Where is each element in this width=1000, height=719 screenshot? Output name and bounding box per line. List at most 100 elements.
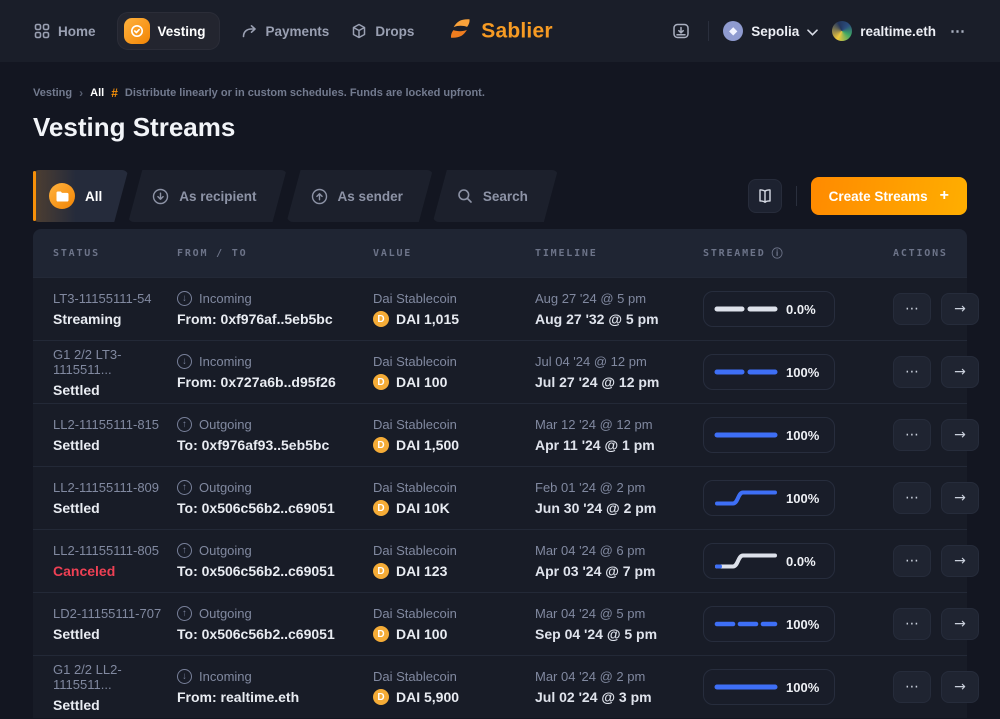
status-cell: G1 2/2 LT3-1115511... Settled <box>53 347 177 398</box>
value-cell: Dai Stablecoin D DAI 1,500 <box>373 417 535 453</box>
table-row[interactable]: LL2-11155111-809 Settled ↑ Outgoing To: … <box>33 466 967 529</box>
table-row[interactable]: LD2-11155111-707 Settled ↑ Outgoing To: … <box>33 592 967 655</box>
docs-book-icon[interactable] <box>748 179 782 213</box>
streamed-progress: 0.0% <box>703 543 835 579</box>
actions-cell: ⋯ → <box>893 356 979 388</box>
account-avatar <box>832 21 852 41</box>
network-selector[interactable]: ◆ Sepolia <box>723 21 818 41</box>
value-cell: Dai Stablecoin D DAI 1,015 <box>373 291 535 327</box>
tab-search[interactable]: Search <box>433 170 558 222</box>
nav-item-drops[interactable]: Drops <box>351 23 414 39</box>
direction-icon: ↓ <box>177 291 192 306</box>
timeline-cell: Aug 27 '24 @ 5 pm Aug 27 '32 @ 5 pm <box>535 291 703 327</box>
breadcrumb-description: Distribute linearly or in custom schedul… <box>125 87 485 99</box>
direction-label: Outgoing <box>199 480 252 495</box>
table-row[interactable]: G1 2/2 LL2-1115511... Settled ↓ Incoming… <box>33 655 967 718</box>
direction-label: Incoming <box>199 291 252 306</box>
breadcrumb-root[interactable]: Vesting <box>33 87 72 99</box>
stream-status: Settled <box>53 437 177 453</box>
table-row[interactable]: LT3-11155111-54 Streaming ↓ Incoming Fro… <box>33 277 967 340</box>
row-open-button[interactable]: → <box>941 419 979 451</box>
token-amount: DAI 123 <box>396 563 447 579</box>
row-more-button[interactable]: ⋯ <box>893 293 931 325</box>
nav-item-payments[interactable]: Payments <box>241 24 330 39</box>
start-time: Jul 04 '24 @ 12 pm <box>535 354 703 369</box>
row-more-button[interactable]: ⋯ <box>893 545 931 577</box>
counterparty: From: 0xf976af..5eb5bc <box>177 311 373 327</box>
row-open-button[interactable]: → <box>941 356 979 388</box>
streamed-progress: 100% <box>703 669 835 705</box>
actions-cell: ⋯ → <box>893 482 979 514</box>
row-open-button[interactable]: → <box>941 545 979 577</box>
tab-all[interactable]: All <box>33 170 128 222</box>
status-cell: LL2-11155111-815 Settled <box>53 417 177 453</box>
breadcrumb-current: All <box>90 87 104 99</box>
hash-icon: # <box>111 86 118 100</box>
table-body: LT3-11155111-54 Streaming ↓ Incoming Fro… <box>33 277 967 718</box>
tab-as-sender[interactable]: As sender <box>287 170 433 222</box>
account-menu[interactable]: realtime.eth <box>832 21 936 41</box>
plus-icon: + <box>940 187 949 205</box>
stream-id: LL2-11155111-815 <box>53 417 177 432</box>
stream-status: Settled <box>53 500 177 516</box>
token-name: Dai Stablecoin <box>373 543 535 558</box>
nav-item-vesting[interactable]: Vesting <box>118 13 219 49</box>
row-more-button[interactable]: ⋯ <box>893 671 931 703</box>
info-icon[interactable]: ⓘ <box>772 245 785 261</box>
streamed-cell: 0.0% <box>703 543 859 579</box>
direction-label: Outgoing <box>199 606 252 621</box>
main-content: Vesting › All # Distribute linearly or i… <box>0 86 1000 718</box>
redo-arrow-icon <box>241 24 258 39</box>
start-time: Mar 04 '24 @ 2 pm <box>535 669 703 684</box>
start-time: Mar 04 '24 @ 5 pm <box>535 606 703 621</box>
inbox-icon[interactable] <box>668 18 694 44</box>
search-icon <box>457 188 473 204</box>
row-more-button[interactable]: ⋯ <box>893 356 931 388</box>
row-open-button[interactable]: → <box>941 482 979 514</box>
table-header: STATUS FROM / TO VALUE TIMELINE STREAMED… <box>33 229 967 277</box>
row-more-button[interactable]: ⋯ <box>893 419 931 451</box>
col-from-to: FROM / TO <box>177 248 373 259</box>
from-to-cell: ↓ Incoming From: 0x727a6b..d95f26 <box>177 354 373 390</box>
direction-icon: ↓ <box>177 669 192 684</box>
streamed-progress: 100% <box>703 417 835 453</box>
stream-status: Streaming <box>53 311 177 327</box>
col-streamed: STREAMED ⓘ <box>703 245 859 261</box>
network-name: Sepolia <box>751 24 799 39</box>
arrow-up-circle-icon <box>311 188 328 205</box>
end-time: Apr 11 '24 @ 1 pm <box>535 437 703 453</box>
row-open-button[interactable]: → <box>941 608 979 640</box>
more-options-icon[interactable]: ⋯ <box>950 22 966 40</box>
row-open-button[interactable]: → <box>941 293 979 325</box>
row-more-button[interactable]: ⋯ <box>893 482 931 514</box>
end-time: Jun 30 '24 @ 2 pm <box>535 500 703 516</box>
timeline-cell: Feb 01 '24 @ 2 pm Jun 30 '24 @ 2 pm <box>535 480 703 516</box>
status-cell: LL2-11155111-809 Settled <box>53 480 177 516</box>
table-row[interactable]: LL2-11155111-805 Canceled ↑ Outgoing To:… <box>33 529 967 592</box>
from-to-cell: ↑ Outgoing To: 0x506c56b2..c69051 <box>177 606 373 642</box>
direction-icon: ↑ <box>177 606 192 621</box>
streamed-cell: 100% <box>703 354 859 390</box>
stream-status: Canceled <box>53 563 177 579</box>
tab-as-recipient[interactable]: As recipient <box>128 170 286 222</box>
token-name: Dai Stablecoin <box>373 669 535 684</box>
breadcrumb-separator-icon: › <box>79 86 83 100</box>
actions-cell: ⋯ → <box>893 545 979 577</box>
sablier-logo[interactable]: Sablier <box>447 16 552 47</box>
tab-controls: Create Streams + <box>748 177 967 215</box>
token-name: Dai Stablecoin <box>373 354 535 369</box>
stream-shape-chart <box>713 551 779 571</box>
create-streams-button[interactable]: Create Streams + <box>811 177 967 215</box>
streamed-cell: 100% <box>703 417 859 453</box>
nav-item-home[interactable]: Home <box>34 23 96 39</box>
counterparty: From: 0x727a6b..d95f26 <box>177 374 373 390</box>
streamed-progress: 100% <box>703 480 835 516</box>
token-amount: DAI 5,900 <box>396 689 459 705</box>
table-row[interactable]: G1 2/2 LT3-1115511... Settled ↓ Incoming… <box>33 340 967 403</box>
streamed-percent: 100% <box>786 617 819 632</box>
table-row[interactable]: LL2-11155111-815 Settled ↑ Outgoing To: … <box>33 403 967 466</box>
row-more-button[interactable]: ⋯ <box>893 608 931 640</box>
row-open-button[interactable]: → <box>941 671 979 703</box>
nav-home-label: Home <box>58 24 96 39</box>
cube-icon <box>351 23 367 39</box>
